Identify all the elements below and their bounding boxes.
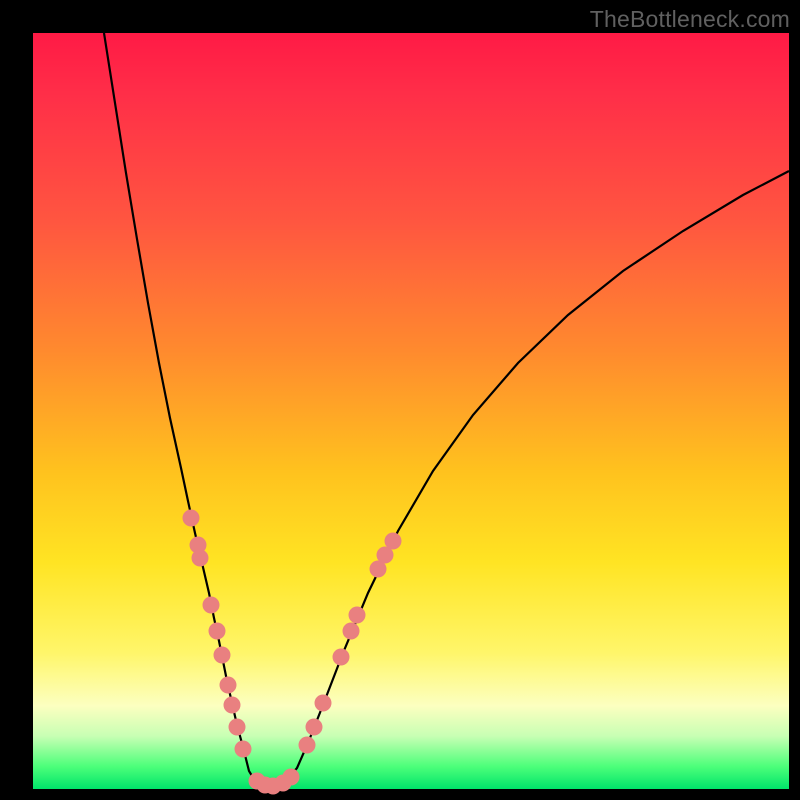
highlight-dot [315, 695, 332, 712]
highlight-dot [333, 649, 350, 666]
bottleneck-curve [104, 33, 789, 787]
highlight-dot [192, 550, 209, 567]
highlight-dot [220, 677, 237, 694]
highlight-dot [349, 607, 366, 624]
highlight-dot [343, 623, 360, 640]
highlight-dot [224, 697, 241, 714]
highlight-dot [214, 647, 231, 664]
highlight-dot [283, 769, 300, 786]
highlight-dots-group [183, 510, 402, 795]
highlight-dot [306, 719, 323, 736]
highlight-dot [209, 623, 226, 640]
curve-layer [33, 33, 789, 789]
highlight-dot [229, 719, 246, 736]
watermark-text: TheBottleneck.com [590, 6, 790, 33]
highlight-dot [203, 597, 220, 614]
chart-frame: TheBottleneck.com [0, 0, 800, 800]
highlight-dot [299, 737, 316, 754]
highlight-dot [235, 741, 252, 758]
plot-area [33, 33, 789, 789]
highlight-dot [385, 533, 402, 550]
highlight-dot [183, 510, 200, 527]
